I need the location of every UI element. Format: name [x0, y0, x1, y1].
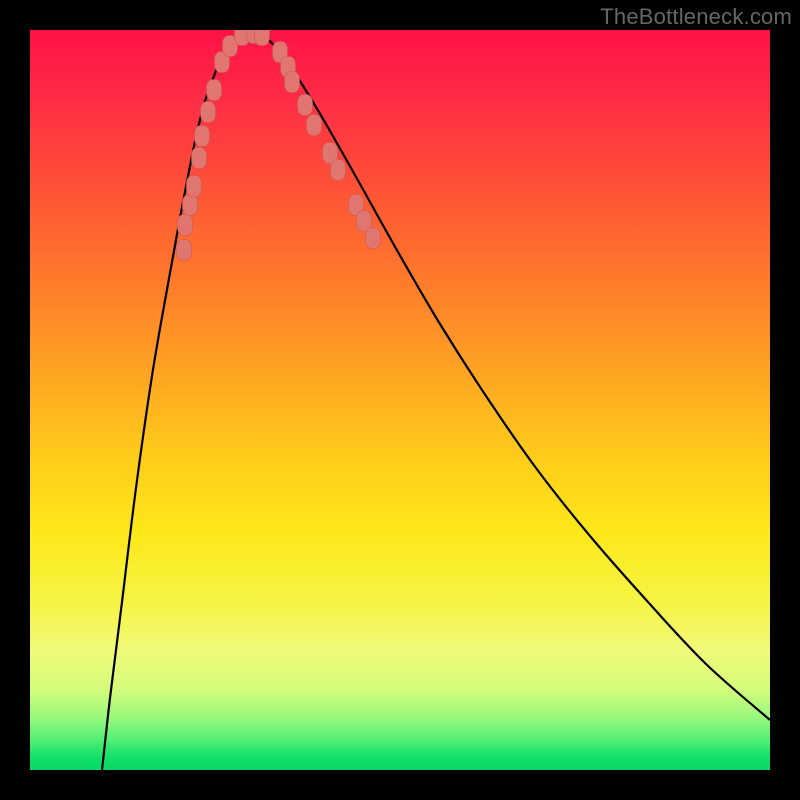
data-point — [366, 228, 381, 249]
data-point — [183, 195, 198, 216]
data-point — [307, 115, 322, 136]
data-point-group — [177, 30, 381, 261]
plot-gradient-area — [30, 30, 770, 770]
curve-layer — [30, 30, 770, 770]
data-point — [298, 95, 313, 116]
data-point — [187, 176, 202, 197]
data-point — [255, 30, 270, 46]
data-point — [195, 126, 210, 147]
data-point — [178, 215, 193, 236]
data-point — [177, 240, 192, 261]
watermark-text: TheBottleneck.com — [600, 4, 792, 30]
data-point — [201, 102, 216, 123]
data-point — [192, 148, 207, 169]
chart-frame: TheBottleneck.com — [0, 0, 800, 800]
data-point — [285, 72, 300, 93]
data-point — [207, 80, 222, 101]
data-point — [331, 160, 346, 181]
